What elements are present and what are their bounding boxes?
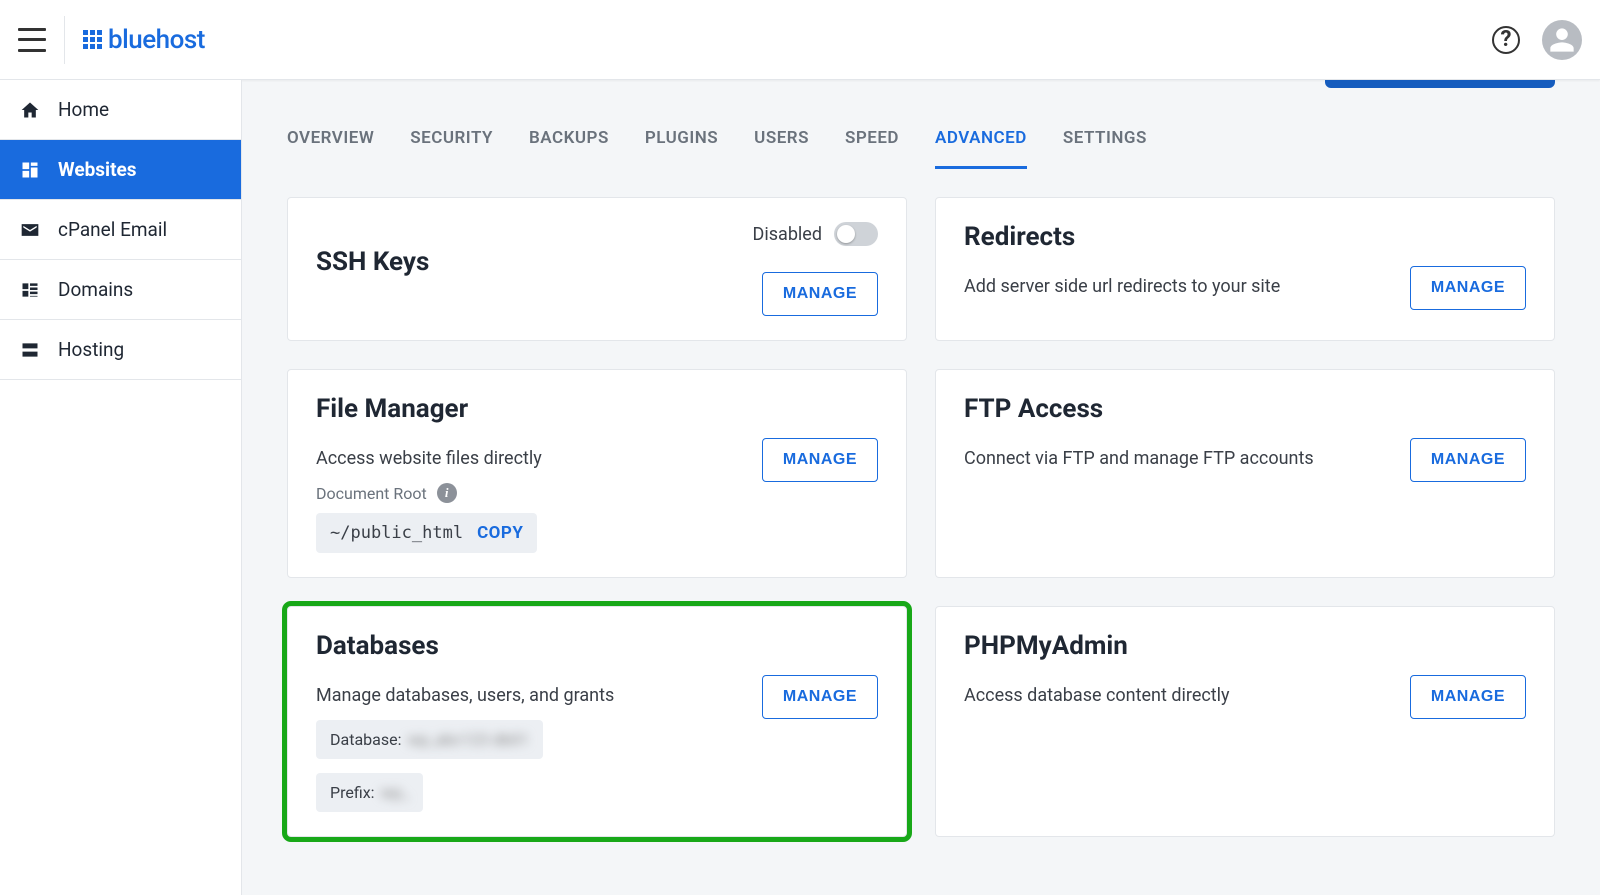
- doc-root-chip: ~/public_html COPY: [316, 513, 537, 553]
- brand-label: bluehost: [108, 25, 205, 55]
- card-title: FTP Access: [964, 394, 1526, 424]
- doc-root-path: ~/public_html: [330, 523, 463, 543]
- card-title: PHPMyAdmin: [964, 631, 1526, 661]
- hosting-icon: [20, 340, 40, 360]
- prefix-value: wp_: [381, 783, 409, 802]
- card-desc: Add server side url redirects to your si…: [964, 276, 1280, 297]
- manage-button[interactable]: MANAGE: [1410, 675, 1526, 719]
- card-title: Databases: [316, 631, 878, 661]
- card-title: SSH Keys: [316, 247, 429, 277]
- tab-advanced[interactable]: ADVANCED: [935, 120, 1027, 169]
- card-desc: Access database content directly: [964, 685, 1230, 706]
- tab-security[interactable]: SECURITY: [410, 120, 493, 169]
- sidebar-item-label: Websites: [58, 158, 137, 181]
- toggle-label: Disabled: [753, 224, 822, 245]
- main-content: OVERVIEW SECURITY BACKUPS PLUGINS USERS …: [242, 80, 1600, 895]
- prefix-label: Prefix:: [330, 783, 375, 802]
- db-value: wp_abc123 db01: [407, 730, 528, 749]
- prefix-chip: Prefix: wp_: [316, 773, 423, 812]
- card-title: Redirects: [964, 222, 1526, 252]
- manage-button[interactable]: MANAGE: [762, 272, 878, 316]
- tab-backups[interactable]: BACKUPS: [529, 120, 609, 169]
- card-file-manager: File Manager Access website files direct…: [287, 369, 907, 578]
- manage-button[interactable]: MANAGE: [762, 438, 878, 482]
- tab-plugins[interactable]: PLUGINS: [645, 120, 718, 169]
- card-phpmyadmin: PHPMyAdmin Access database content direc…: [935, 606, 1555, 837]
- help-icon[interactable]: ?: [1492, 26, 1520, 54]
- websites-icon: [20, 160, 40, 180]
- bluehost-logo[interactable]: bluehost: [83, 25, 205, 55]
- sidebar-item-label: cPanel Email: [58, 218, 167, 241]
- tabs: OVERVIEW SECURITY BACKUPS PLUGINS USERS …: [287, 80, 1555, 169]
- home-icon: [20, 100, 40, 120]
- avatar[interactable]: [1542, 20, 1582, 60]
- copy-button[interactable]: COPY: [477, 523, 523, 543]
- database-chip: Database: wp_abc123 db01: [316, 720, 543, 759]
- doc-root-label: Document Root: [316, 484, 427, 503]
- card-ftp-access: FTP Access Connect via FTP and manage FT…: [935, 369, 1555, 578]
- sidebar-item-hosting[interactable]: Hosting: [0, 320, 241, 380]
- tab-speed[interactable]: SPEED: [845, 120, 899, 169]
- header: bluehost ?: [0, 0, 1600, 80]
- menu-icon[interactable]: [18, 28, 46, 52]
- card-databases: Databases Manage databases, users, and g…: [287, 606, 907, 837]
- logo-grid-icon: [83, 30, 102, 49]
- manage-button[interactable]: MANAGE: [1410, 266, 1526, 310]
- sidebar-item-label: Home: [58, 98, 109, 121]
- card-title: File Manager: [316, 394, 878, 424]
- tab-users[interactable]: USERS: [754, 120, 809, 169]
- card-desc: Access website files directly: [316, 448, 542, 469]
- header-divider: [64, 16, 65, 64]
- tab-overview[interactable]: OVERVIEW: [287, 120, 374, 169]
- ssh-toggle[interactable]: [834, 222, 878, 246]
- domains-icon: [20, 280, 40, 300]
- card-desc: Connect via FTP and manage FTP accounts: [964, 448, 1314, 469]
- card-ssh-keys: SSH Keys Disabled MANAGE: [287, 197, 907, 341]
- info-icon[interactable]: i: [437, 483, 457, 503]
- card-desc: Manage databases, users, and grants: [316, 685, 614, 706]
- sidebar-item-home[interactable]: Home: [0, 80, 241, 140]
- sidebar-item-label: Domains: [58, 278, 133, 301]
- email-icon: [20, 220, 40, 240]
- tab-settings[interactable]: SETTINGS: [1063, 120, 1147, 169]
- card-redirects: Redirects Add server side url redirects …: [935, 197, 1555, 341]
- sidebar-item-cpanel-email[interactable]: cPanel Email: [0, 200, 241, 260]
- sidebar: Home Websites cPanel Email Domains Hosti…: [0, 80, 242, 895]
- sidebar-item-label: Hosting: [58, 338, 124, 361]
- manage-button[interactable]: MANAGE: [762, 675, 878, 719]
- person-icon: [1548, 26, 1576, 54]
- sidebar-item-domains[interactable]: Domains: [0, 260, 241, 320]
- db-label: Database:: [330, 730, 401, 749]
- manage-button[interactable]: MANAGE: [1410, 438, 1526, 482]
- sidebar-item-websites[interactable]: Websites: [0, 140, 241, 200]
